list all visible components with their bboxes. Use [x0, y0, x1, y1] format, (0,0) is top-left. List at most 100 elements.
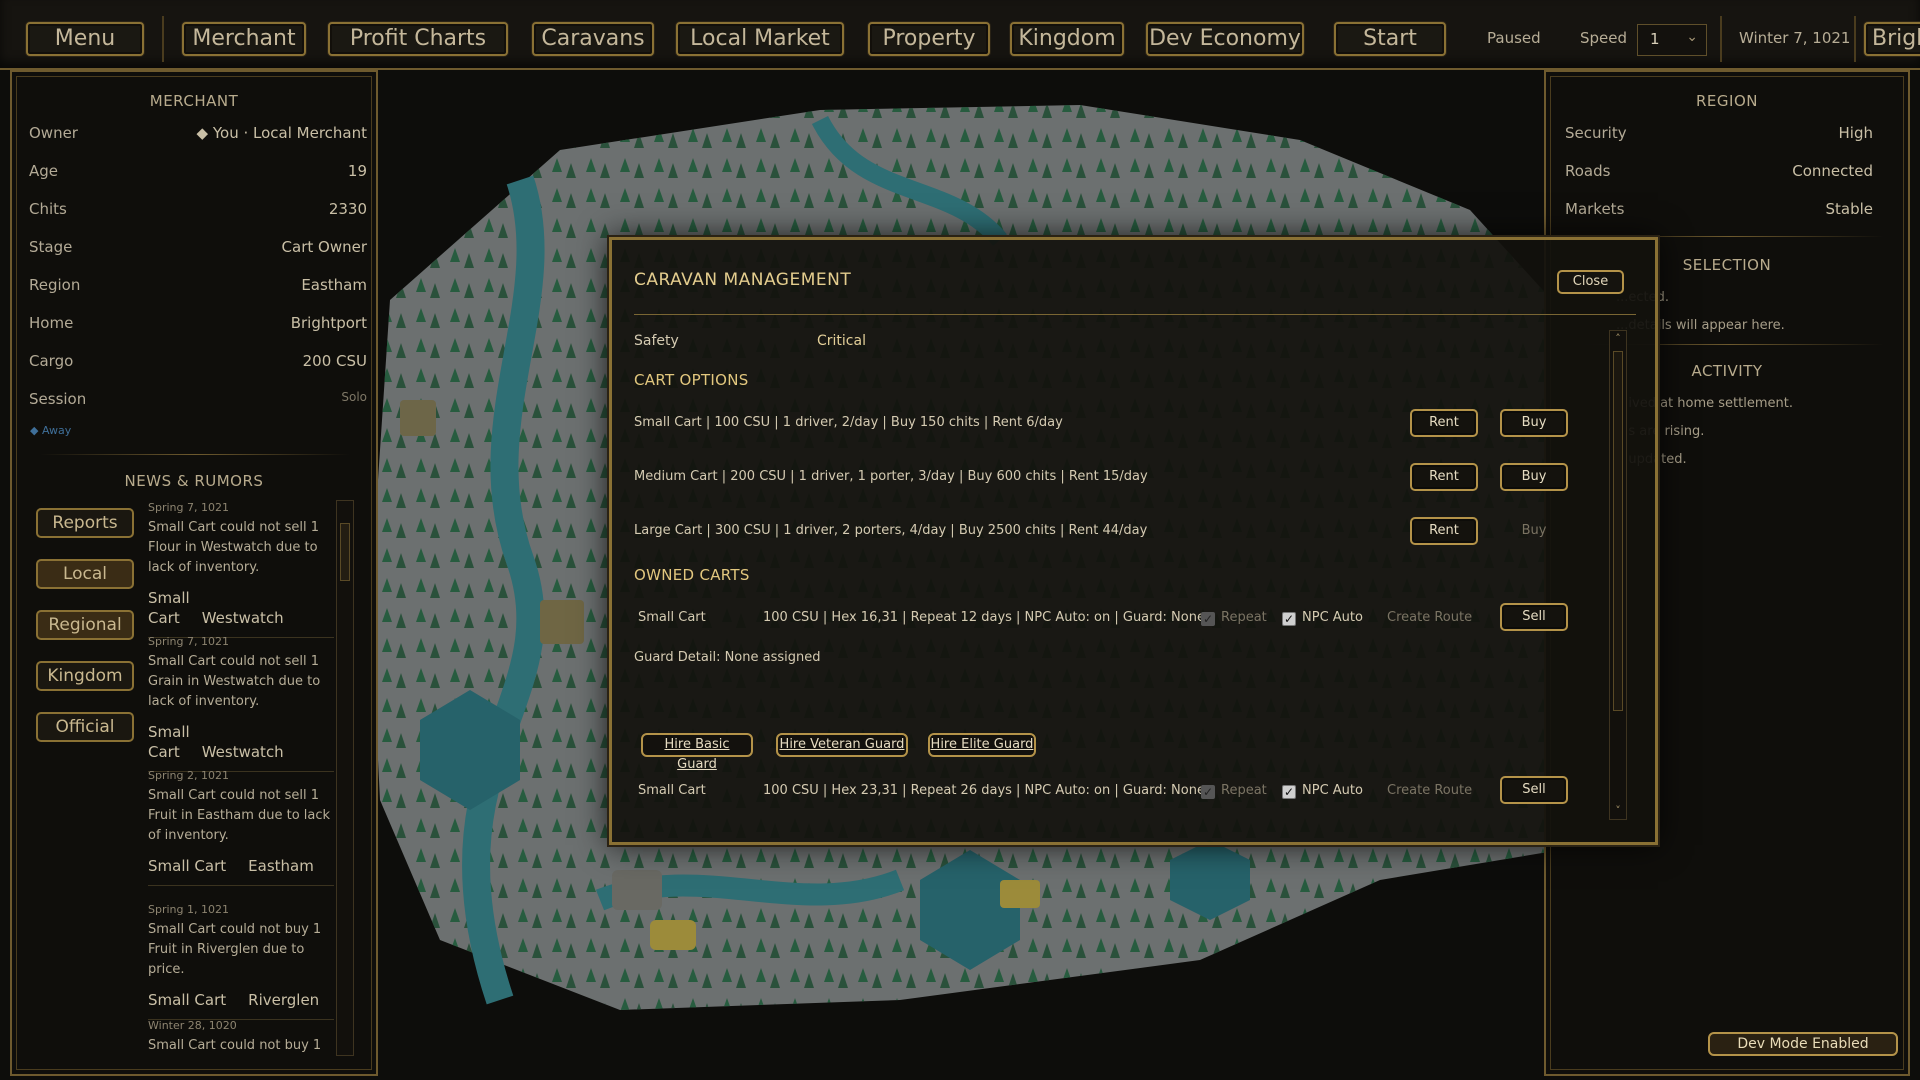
speed-label: Speed [1580, 29, 1628, 47]
dialog-title: CARAVAN MANAGEMENT [634, 270, 852, 290]
sell-button[interactable]: Sell [1500, 603, 1568, 631]
repeat-checkbox[interactable]: ✓ [1201, 785, 1215, 799]
hire-veteran-guard-button[interactable]: Hire Veteran Guard [776, 733, 908, 757]
create-route-button[interactable]: Create Route [1387, 783, 1472, 798]
top-bar: Menu Merchant Profit Charts Caravans Loc… [0, 0, 1920, 70]
news-tag[interactable]: Small Cart [148, 589, 190, 627]
dialog-scrollbar[interactable]: ˄ ˅ [1609, 330, 1627, 820]
caravans-tab[interactable]: Caravans [532, 22, 654, 56]
hire-basic-guard-button[interactable]: Hire Basic Guard [641, 733, 753, 772]
news-date: Spring 1, 1021 [148, 903, 229, 916]
news-tag[interactable]: Riverglen [248, 991, 319, 1009]
news-tag[interactable]: Small Cart [148, 723, 190, 761]
news-item: Spring 7, 1021 Small Cart could not sell… [148, 632, 344, 772]
owned-cart-details: 100 CSU | Hex 16,31 | Repeat 12 days | N… [763, 610, 1205, 625]
create-route-button[interactable]: Create Route [1387, 610, 1472, 625]
start-button[interactable]: Start [1334, 22, 1446, 56]
menu-button[interactable]: Menu [26, 22, 144, 56]
rent-large-button[interactable]: Rent [1410, 517, 1478, 545]
kingdom-tab[interactable]: Kingdom [1010, 22, 1124, 56]
filter-reports[interactable]: Reports [36, 508, 134, 538]
filter-local[interactable]: Local [36, 559, 134, 589]
owned-carts-heading: OWNED CARTS [634, 566, 750, 584]
rent-small-button[interactable]: Rent [1410, 409, 1478, 437]
left-panel: MERCHANT Owner ◆ You · Local Merchant Age… [10, 70, 378, 1076]
owned-cart-details: 100 CSU | Hex 23,31 | Repeat 26 days | N… [763, 783, 1205, 798]
divider [40, 454, 350, 455]
news-item: Winter 28, 1020 Small Cart could not buy… [148, 1016, 344, 1056]
separator [162, 16, 164, 62]
game-date: Winter 7, 1021 [1739, 29, 1851, 47]
location-button[interactable]: Brigh [1864, 22, 1920, 56]
safety-label: Safety [634, 333, 679, 349]
filter-regional[interactable]: Regional [36, 610, 134, 640]
news-item: Spring 7, 1021 Small Cart could not sell… [148, 498, 344, 638]
npc-auto-label: NPC Auto [1302, 783, 1363, 798]
owned-cart-name: Small Cart [638, 783, 706, 798]
scroll-thumb[interactable] [1613, 351, 1623, 711]
rent-medium-button[interactable]: Rent [1410, 463, 1478, 491]
hire-elite-guard-button[interactable]: Hire Elite Guard [928, 733, 1036, 757]
news-date: Spring 7, 1021 [148, 635, 229, 648]
news-item: Spring 1, 1021 Small Cart could not buy … [148, 900, 344, 1020]
npc-auto-checkbox[interactable]: ✓ [1282, 612, 1296, 626]
npc-auto-label: NPC Auto [1302, 610, 1363, 625]
news-text: Small Cart could not buy 1 [148, 1038, 322, 1053]
region-heading: REGION [1696, 92, 1758, 110]
sell-button[interactable]: Sell [1500, 776, 1568, 804]
news-date: Spring 2, 1021 [148, 769, 229, 782]
filter-kingdom[interactable]: Kingdom [36, 661, 134, 691]
news-tag[interactable]: Small Cart [148, 991, 226, 1009]
news-text: Small Cart could not sell 1 Grain in Wes… [148, 654, 321, 709]
buy-medium-button[interactable]: Buy [1500, 463, 1568, 491]
news-heading: NEWS & RUMORS [124, 472, 264, 490]
dev-mode-badge: Dev Mode Enabled [1708, 1032, 1898, 1056]
news-date: Spring 7, 1021 [148, 501, 229, 514]
separator [1720, 16, 1722, 62]
separator [1854, 16, 1856, 62]
scroll-thumb[interactable] [340, 523, 350, 581]
news-tag[interactable]: Small Cart [148, 857, 226, 875]
filter-official[interactable]: Official [36, 712, 134, 742]
news-text: Small Cart could not sell 1 Flour in Wes… [148, 520, 320, 575]
away-status: ◆ Away [30, 424, 72, 437]
divider [634, 314, 1636, 315]
scroll-down-icon[interactable]: ˅ [1610, 803, 1626, 819]
guard-detail: Guard Detail: None assigned [634, 650, 821, 665]
caravan-management-dialog: CARAVAN MANAGEMENT Close Safety Critical… [609, 237, 1658, 845]
close-button[interactable]: Close [1557, 270, 1624, 294]
news-date: Winter 28, 1020 [148, 1019, 237, 1032]
cart-option-small: Small Cart | 100 CSU | 1 driver, 2/day |… [634, 415, 1063, 430]
merchant-heading: MERCHANT [149, 92, 239, 110]
news-text: Small Cart could not buy 1 Fruit in Rive… [148, 922, 322, 977]
property-tab[interactable]: Property [868, 22, 990, 56]
cart-option-medium: Medium Cart | 200 CSU | 1 driver, 1 port… [634, 469, 1148, 484]
profit-charts-tab[interactable]: Profit Charts [328, 22, 508, 56]
npc-auto-checkbox[interactable]: ✓ [1282, 785, 1296, 799]
repeat-checkbox[interactable]: ✓ [1201, 612, 1215, 626]
owned-cart-name: Small Cart [638, 610, 706, 625]
speed-value: 1 [1650, 30, 1660, 48]
buy-small-button[interactable]: Buy [1500, 409, 1568, 437]
cart-option-large: Large Cart | 300 CSU | 1 driver, 2 porte… [634, 523, 1148, 538]
news-tag[interactable]: Westwatch [202, 743, 284, 761]
buy-large-button[interactable]: Buy [1500, 517, 1568, 545]
news-item: Spring 2, 1021 Small Cart could not sell… [148, 766, 344, 886]
chevron-down-icon: ⌄ [1686, 29, 1698, 45]
speed-select[interactable]: 1 ⌄ [1637, 24, 1707, 56]
news-tag[interactable]: Eastham [248, 857, 314, 875]
repeat-label: Repeat [1221, 610, 1267, 625]
news-scrollbar[interactable] [336, 500, 354, 1056]
game-screen: Menu Merchant Profit Charts Caravans Loc… [0, 0, 1920, 1080]
pause-status: Paused [1487, 29, 1541, 47]
repeat-label: Repeat [1221, 783, 1267, 798]
safety-value: Critical [817, 333, 866, 349]
dev-economy-tab[interactable]: Dev Economy [1146, 22, 1304, 56]
scroll-up-icon[interactable]: ˄ [1610, 331, 1626, 347]
news-tag[interactable]: Westwatch [202, 609, 284, 627]
local-market-tab[interactable]: Local Market [676, 22, 844, 56]
merchant-tab[interactable]: Merchant [182, 22, 306, 56]
cart-options-heading: CART OPTIONS [634, 371, 749, 389]
divider [148, 885, 334, 886]
news-text: Small Cart could not sell 1 Fruit in Eas… [148, 788, 331, 843]
